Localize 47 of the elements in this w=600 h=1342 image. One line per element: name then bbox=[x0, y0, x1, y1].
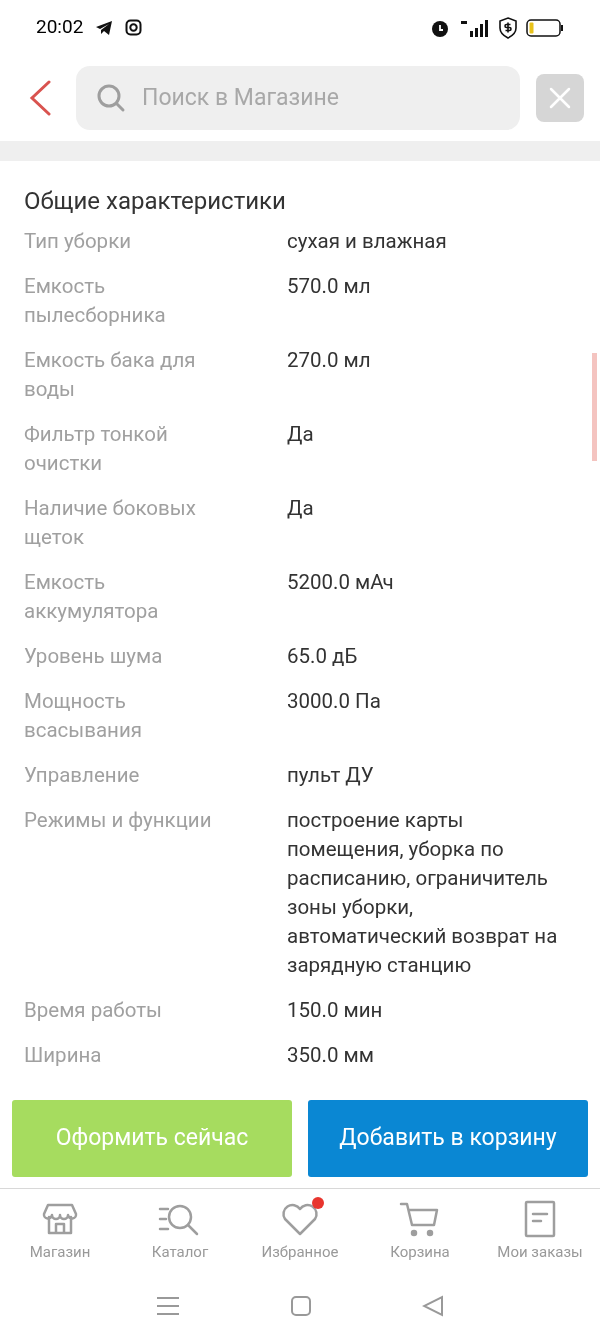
add-to-cart-button[interactable]: Добавить в корзину bbox=[308, 1100, 588, 1177]
spec-label: Уровень шума bbox=[24, 643, 164, 670]
spec-value: 5200.0 мАч bbox=[287, 569, 395, 596]
search-icon bbox=[96, 83, 126, 113]
section-title: Общие характеристики bbox=[24, 186, 287, 217]
spec-label: Ширина bbox=[24, 1042, 103, 1069]
shield-icon bbox=[498, 16, 518, 39]
close-button[interactable] bbox=[536, 74, 584, 122]
menu-icon[interactable] bbox=[156, 1294, 180, 1318]
search-field[interactable]: Поиск в Магазине bbox=[142, 80, 500, 116]
home-square-icon[interactable] bbox=[290, 1295, 312, 1317]
spec-value: 150.0 мин bbox=[287, 997, 384, 1024]
spec-label: Время работы bbox=[24, 997, 163, 1024]
spec-label: Емкость аккумулятора bbox=[24, 569, 160, 625]
nav-tab[interactable]: Мои заказы bbox=[480, 1189, 600, 1270]
battery-icon bbox=[526, 18, 564, 37]
spec-label: Наличие боковых щеток bbox=[24, 495, 197, 551]
nav-tab[interactable]: Магазин bbox=[0, 1189, 120, 1270]
spec-label: Фильтр тонкой очистки bbox=[24, 421, 169, 477]
spec-value: 3000.0 Па bbox=[287, 688, 382, 715]
status-time: 20:02 bbox=[36, 14, 84, 41]
spec-value: 350.0 мм bbox=[287, 1042, 375, 1069]
back-triangle-icon[interactable] bbox=[422, 1295, 444, 1317]
spec-value: пульт ДУ bbox=[287, 762, 375, 789]
camera-icon bbox=[125, 19, 143, 36]
spec-value: Да bbox=[287, 495, 315, 522]
spec-label: Емкость пылесборника bbox=[24, 273, 167, 329]
nav-tab[interactable]: Корзина bbox=[360, 1189, 480, 1270]
spec-label: Режимы и функции bbox=[24, 807, 213, 834]
signal-icon bbox=[458, 17, 490, 38]
spec-label: Мощность всасывания bbox=[24, 688, 144, 744]
paper-plane-icon bbox=[95, 19, 114, 36]
spec-value: 570.0 мл bbox=[287, 273, 372, 300]
spec-value: сухая и влажная bbox=[287, 228, 448, 255]
spec-value: построение карты помещения, уборка по расписанию, ограничитель зоны уборки, автоматический возврат на зарядную станцию bbox=[287, 807, 559, 979]
nav-tab[interactable]: Избранное bbox=[240, 1189, 360, 1270]
spec-label: Емкость бака для воды bbox=[24, 347, 197, 403]
checkout-button[interactable]: Оформить сейчас bbox=[12, 1100, 292, 1177]
search-bar[interactable]: Поиск в Магазине bbox=[76, 66, 520, 130]
spec-label: Тип уборки bbox=[24, 228, 133, 255]
spec-value: 270.0 мл bbox=[287, 347, 372, 374]
nav-tab[interactable]: Каталог bbox=[120, 1189, 240, 1270]
spec-label: Управление bbox=[24, 762, 141, 789]
close-icon bbox=[548, 86, 572, 110]
spec-value: 65.0 дБ bbox=[287, 643, 359, 670]
back-icon bbox=[29, 80, 51, 116]
spec-value: Да bbox=[287, 421, 315, 448]
